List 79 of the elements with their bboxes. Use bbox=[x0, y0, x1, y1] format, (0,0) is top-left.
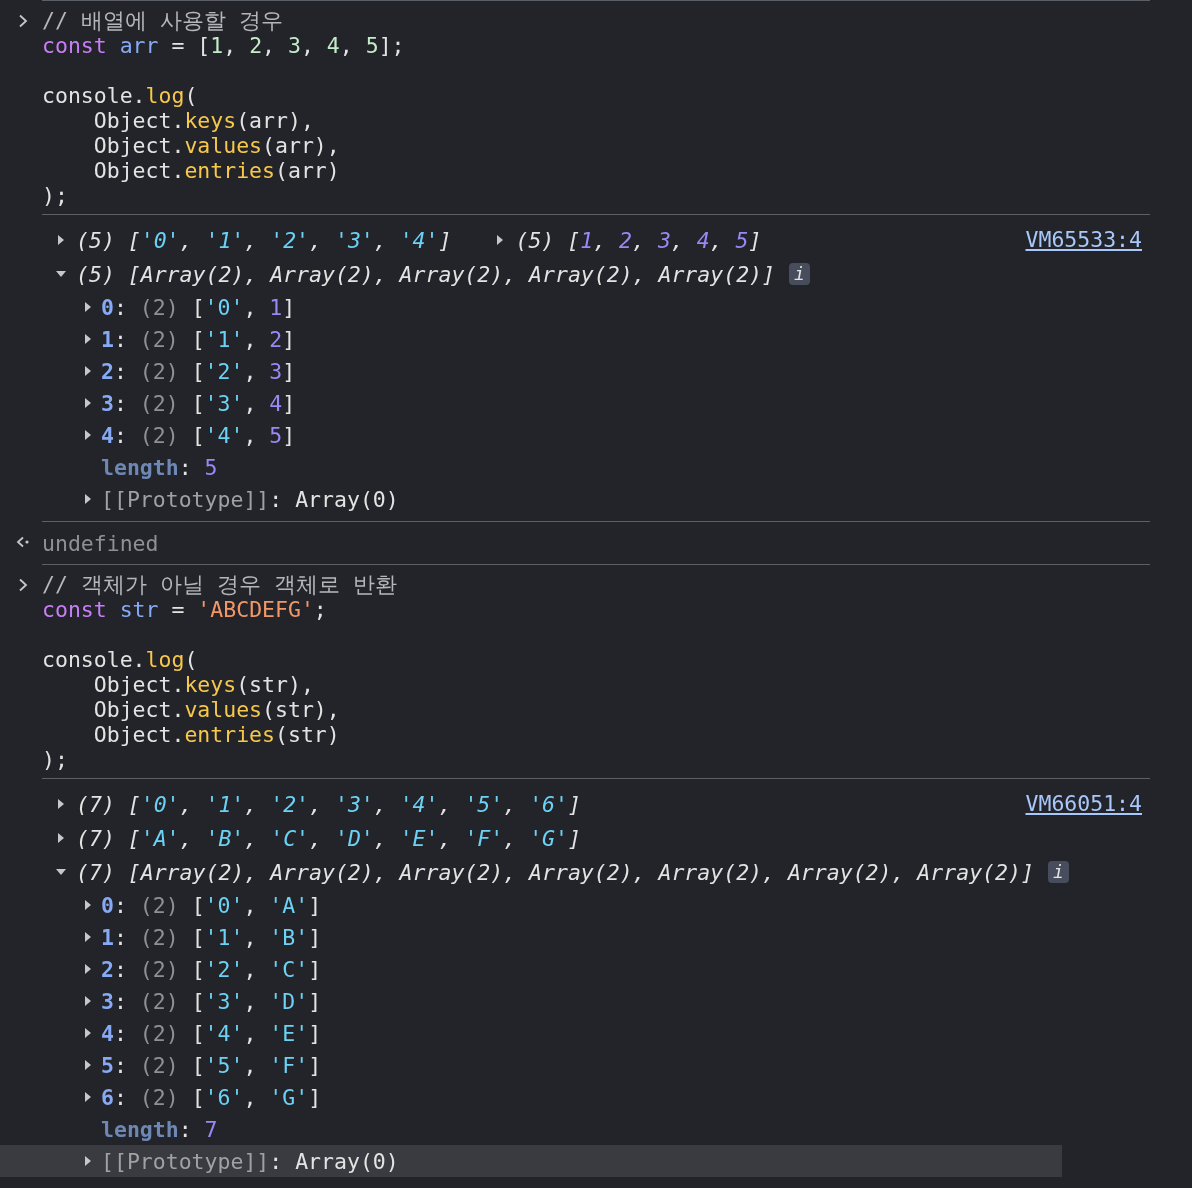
caret-down-icon[interactable] bbox=[56, 269, 66, 279]
tree-row[interactable]: length: 5 bbox=[0, 451, 1062, 483]
tree-row[interactable]: 3: (2) ['3', 4] bbox=[0, 387, 1062, 419]
property-line: 1: (2) ['1', 2] bbox=[101, 326, 296, 352]
tree-row[interactable]: 4: (2) ['4', 5] bbox=[0, 419, 1062, 451]
property-line: 4: (2) ['4', 'E'] bbox=[101, 1020, 322, 1046]
return-arrow-icon bbox=[16, 535, 30, 549]
log-preview[interactable]: (5) [1, 2, 3, 4, 5] bbox=[515, 227, 762, 253]
property-line: [[Prototype]]: Array(0) bbox=[101, 486, 399, 512]
info-badge[interactable]: i bbox=[789, 263, 810, 285]
code-line: const str = 'ABCDEFG'; bbox=[42, 597, 328, 622]
tree-row[interactable]: 2: (2) ['2', 'C'] bbox=[0, 953, 1062, 985]
code-line: console.log( bbox=[42, 83, 199, 108]
log-preview[interactable]: (7) [Array(2), Array(2), Array(2), Array(2), Array(2), Array(2), Array(2)] bbox=[76, 859, 1034, 885]
code-line: ); bbox=[42, 183, 69, 208]
tree-row[interactable]: 0: (2) ['0', 1] bbox=[0, 291, 1062, 323]
tree-row[interactable]: 6: (2) ['6', 'G'] bbox=[0, 1081, 1062, 1113]
tree-row[interactable]: length: 7 bbox=[0, 1113, 1062, 1145]
property-line: 1: (2) ['1', 'B'] bbox=[101, 924, 322, 950]
code-line: // 배열에 사용할 경우 bbox=[42, 8, 284, 33]
caret-right-icon[interactable] bbox=[56, 833, 66, 843]
tree-row[interactable]: [[Prototype]]: Array(0) bbox=[0, 483, 1062, 515]
chevron-right-icon bbox=[18, 14, 28, 28]
code-line: Object.entries(arr) bbox=[92, 158, 341, 183]
code-line: // 객체가 아닐 경우 객체로 반환 bbox=[42, 572, 398, 597]
property-line: 3: (2) ['3', 'D'] bbox=[101, 988, 322, 1014]
tree-row[interactable]: 2: (2) ['2', 3] bbox=[0, 355, 1062, 387]
caret-right-icon[interactable] bbox=[83, 398, 93, 408]
property-line: 6: (2) ['6', 'G'] bbox=[101, 1084, 322, 1110]
caret-right-icon[interactable] bbox=[83, 932, 93, 942]
source-link[interactable]: VM66051:4 bbox=[1025, 787, 1142, 821]
log-preview[interactable]: (7) ['0', '1', '2', '3', '4', '5', '6'] bbox=[76, 791, 581, 817]
code-line: const arr = [1, 2, 3, 4, 5]; bbox=[42, 33, 406, 58]
property-line: [[Prototype]]: Array(0) bbox=[101, 1148, 399, 1174]
code-line: Object.keys(str), bbox=[92, 672, 315, 697]
caret-down-icon[interactable] bbox=[56, 867, 66, 877]
tree-row[interactable]: 1: (2) ['1', 2] bbox=[0, 323, 1062, 355]
caret-right-icon[interactable] bbox=[83, 900, 93, 910]
source-link[interactable]: VM65533:4 bbox=[1025, 223, 1142, 257]
code-line: Object.entries(str) bbox=[92, 722, 341, 747]
caret-right-icon[interactable] bbox=[83, 302, 93, 312]
caret-right-icon[interactable] bbox=[83, 1156, 93, 1166]
tree-row[interactable]: 0: (2) ['0', 'A'] bbox=[0, 889, 1062, 921]
info-badge[interactable]: i bbox=[1047, 861, 1069, 883]
caret-right-icon[interactable] bbox=[83, 430, 93, 440]
code-line: Object.values(str), bbox=[92, 697, 341, 722]
property-line: length: 5 bbox=[101, 454, 218, 480]
property-line: length: 7 bbox=[101, 1116, 218, 1142]
caret-right-icon[interactable] bbox=[83, 964, 93, 974]
property-line: 2: (2) ['2', 'C'] bbox=[101, 956, 322, 982]
log-preview[interactable]: (5) [Array(2), Array(2), Array(2), Array(2), Array(2)] bbox=[76, 261, 775, 287]
tree-row[interactable]: 1: (2) ['1', 'B'] bbox=[0, 921, 1062, 953]
caret-right-icon[interactable] bbox=[83, 1060, 93, 1070]
code-line: ); bbox=[42, 747, 69, 772]
caret-right-icon[interactable] bbox=[83, 366, 93, 376]
return-value: undefined bbox=[42, 530, 160, 557]
caret-right-icon[interactable] bbox=[83, 334, 93, 344]
code-line: console.log( bbox=[42, 647, 199, 672]
property-line: 3: (2) ['3', 4] bbox=[101, 390, 296, 416]
property-line: 4: (2) ['4', 5] bbox=[101, 422, 296, 448]
tree-row[interactable]: [[Prototype]]: Array(0) bbox=[0, 1145, 1062, 1177]
property-line: 2: (2) ['2', 3] bbox=[101, 358, 296, 384]
property-line: 5: (2) ['5', 'F'] bbox=[101, 1052, 322, 1078]
tree-row[interactable]: 4: (2) ['4', 'E'] bbox=[0, 1017, 1062, 1049]
caret-right-icon[interactable] bbox=[83, 494, 93, 504]
caret-right-icon[interactable] bbox=[83, 1092, 93, 1102]
caret-right-icon[interactable] bbox=[83, 1028, 93, 1038]
tree-row[interactable]: 5: (2) ['5', 'F'] bbox=[0, 1049, 1062, 1081]
chevron-right-icon bbox=[18, 578, 28, 592]
log-preview[interactable]: (7) ['A', 'B', 'C', 'D', 'E', 'F', 'G'] bbox=[76, 825, 581, 851]
log-preview[interactable]: (5) ['0', '1', '2', '3', '4'] bbox=[76, 227, 452, 253]
caret-right-icon[interactable] bbox=[56, 799, 66, 809]
tree-row[interactable]: 3: (2) ['3', 'D'] bbox=[0, 985, 1062, 1017]
property-line: 0: (2) ['0', 1] bbox=[101, 294, 296, 320]
code-line: Object.values(arr), bbox=[92, 133, 341, 158]
code-line: Object.keys(arr), bbox=[92, 108, 315, 133]
caret-right-icon[interactable] bbox=[83, 996, 93, 1006]
caret-right-icon[interactable] bbox=[56, 235, 66, 245]
property-line: 0: (2) ['0', 'A'] bbox=[101, 892, 322, 918]
